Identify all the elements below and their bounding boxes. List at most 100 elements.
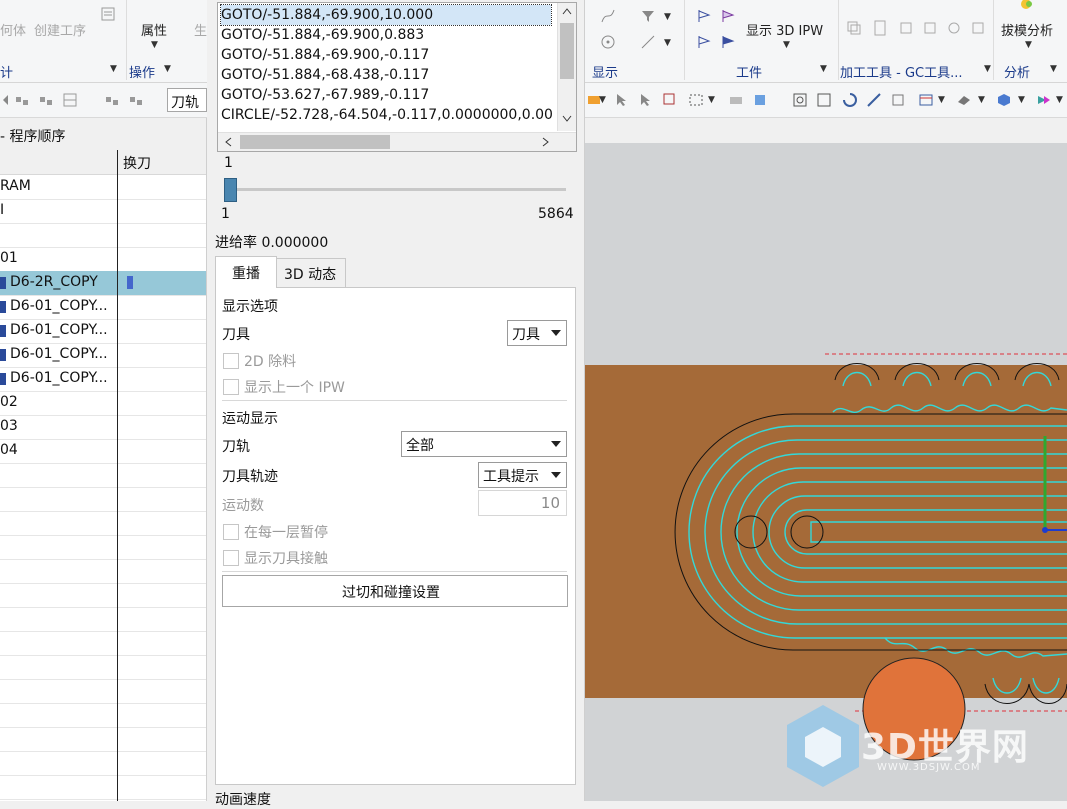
gouge-collision-settings-button[interactable]: 过切和碰撞设置	[222, 575, 568, 607]
rotate-icon[interactable]	[842, 92, 858, 108]
chevron-down-icon[interactable]	[562, 115, 572, 123]
chevron-up-icon[interactable]	[562, 7, 572, 15]
view-icon[interactable]	[890, 92, 906, 108]
table-row[interactable]	[0, 535, 206, 560]
table-row[interactable]: 04	[0, 439, 206, 464]
table-row[interactable]	[0, 655, 206, 680]
pan-icon[interactable]	[866, 92, 882, 108]
graphics-window[interactable]: 3D世界网 WWW.3DSJW.COM	[585, 118, 1067, 801]
table-row[interactable]	[0, 751, 206, 776]
flag-icon[interactable]	[696, 8, 712, 24]
column-header-toolchange[interactable]: 换刀	[123, 153, 151, 173]
table-row[interactable]: RAM	[0, 175, 206, 200]
toolpath-listing[interactable]: GOTO/-51.884,-69.900,10.000 GOTO/-51.884,…	[217, 2, 577, 152]
slider-track[interactable]	[224, 188, 566, 191]
fit-icon[interactable]	[792, 92, 808, 108]
table-row[interactable]	[0, 775, 206, 800]
snap-icon[interactable]	[128, 92, 144, 108]
copy-icon[interactable]	[846, 20, 862, 36]
slider-thumb[interactable]	[224, 178, 237, 202]
chevron-down-icon[interactable]: ▼	[1025, 40, 1032, 50]
table-row[interactable]	[0, 463, 206, 488]
chevron-down-icon[interactable]: ▼	[783, 40, 790, 50]
flag-icon[interactable]	[696, 34, 712, 50]
list-item[interactable]: GOTO/-51.884,-69.900,-0.117	[221, 45, 429, 65]
table-row[interactable]	[0, 727, 206, 752]
cursor-icon[interactable]	[614, 92, 630, 108]
chevron-down-icon[interactable]: ▼	[984, 64, 991, 74]
table-row[interactable]: 01	[0, 247, 206, 272]
tool-trace-dropdown[interactable]: 工具提示	[478, 462, 567, 488]
flag-icon[interactable]	[720, 34, 736, 50]
table-row[interactable]	[0, 583, 206, 608]
snap-icon[interactable]	[104, 92, 120, 108]
chevron-down-icon[interactable]: ▼	[1050, 64, 1057, 74]
table-row[interactable]	[0, 679, 206, 704]
chevron-left-icon[interactable]	[224, 137, 232, 147]
render-style-icon[interactable]	[956, 92, 972, 108]
edit-section-icon[interactable]	[1036, 92, 1052, 108]
flag-icon[interactable]	[720, 8, 736, 24]
motion-count-field[interactable]: 10	[478, 490, 567, 516]
table-row[interactable]: D6-01_COPY...	[0, 343, 206, 368]
type-filter-dropdown[interactable]: 刀轨	[167, 88, 207, 112]
table-row[interactable]	[0, 703, 206, 728]
chevron-down-icon[interactable]: ▼	[110, 64, 117, 74]
tool-icon[interactable]	[898, 20, 914, 36]
generate-button[interactable]: 生	[194, 20, 207, 39]
table-row[interactable]	[0, 223, 206, 248]
horizontal-scrollbar[interactable]	[218, 132, 576, 151]
show-tool-contact-checkbox[interactable]	[223, 550, 239, 566]
vertical-scrollbar[interactable]	[557, 3, 576, 131]
tab-3d-dynamic[interactable]: 3D 动态	[276, 258, 346, 287]
list-item[interactable]: CIRCLE/-52.728,-64.504,-0.117,0.0000000,…	[221, 105, 553, 125]
list-item[interactable]: GOTO/-53.627,-67.989,-0.117	[221, 85, 429, 105]
table-row[interactable]: D6-01_COPY...	[0, 319, 206, 344]
list-item[interactable]: GOTO/-51.884,-69.900,0.883	[221, 25, 424, 45]
table-row[interactable]	[0, 511, 206, 536]
table-row[interactable]: D6-2R_COPY	[0, 271, 206, 296]
scroll-thumb[interactable]	[240, 135, 390, 149]
cube-icon[interactable]	[752, 92, 768, 108]
scroll-thumb[interactable]	[560, 23, 574, 79]
tool-dropdown[interactable]: 刀具	[507, 320, 567, 346]
chevron-right-icon[interactable]	[542, 137, 550, 147]
cursor-icon[interactable]	[638, 92, 654, 108]
list-item[interactable]: GOTO/-51.884,-69.900,10.000	[220, 4, 552, 26]
table-row[interactable]: D6-01_COPY...	[0, 295, 206, 320]
select-icon[interactable]	[662, 92, 678, 108]
layout-icon[interactable]	[918, 92, 934, 108]
snap-icon[interactable]	[14, 92, 30, 108]
table-row[interactable]: D6-01_COPY...	[0, 367, 206, 392]
draft-analysis-button[interactable]: 拔模分析	[1001, 20, 1053, 39]
table-row[interactable]: I	[0, 199, 206, 224]
doc-icon[interactable]	[872, 20, 888, 36]
list-item[interactable]: GOTO/-51.884,-68.438,-0.117	[221, 65, 429, 85]
chevron-down-icon[interactable]: ▼	[151, 40, 158, 50]
tool-icon[interactable]	[970, 20, 986, 36]
snap-icon[interactable]	[38, 92, 54, 108]
target-icon[interactable]	[600, 34, 616, 50]
pause-each-layer-checkbox[interactable]	[223, 524, 239, 540]
tab-replay[interactable]: 重播	[215, 256, 277, 288]
show-3d-ipw-button[interactable]: 显示 3D IPW	[746, 20, 823, 39]
table-row[interactable]	[0, 607, 206, 632]
zoom-icon[interactable]	[816, 92, 832, 108]
toolpath-dropdown[interactable]: 全部	[401, 431, 567, 457]
funnel-icon[interactable]	[640, 8, 656, 24]
table-row[interactable]: 03	[0, 415, 206, 440]
remove-2d-checkbox[interactable]	[223, 353, 239, 369]
show-prev-ipw-checkbox[interactable]	[223, 379, 239, 395]
line-icon[interactable]	[640, 34, 656, 50]
eraser-icon[interactable]	[728, 92, 744, 108]
chevron-down-icon[interactable]: ▼	[820, 64, 827, 74]
table-row[interactable]	[0, 559, 206, 584]
table-row[interactable]	[0, 631, 206, 656]
geometry-button[interactable]: 何体	[0, 20, 26, 39]
properties-button[interactable]: 属性	[141, 20, 167, 39]
chevron-down-icon[interactable]: ▼	[164, 64, 171, 74]
create-operation-button[interactable]: 创建工序	[34, 20, 86, 39]
tool-icon[interactable]	[922, 20, 938, 36]
table-row[interactable]: 02	[0, 391, 206, 416]
orient-view-icon[interactable]	[996, 92, 1012, 108]
